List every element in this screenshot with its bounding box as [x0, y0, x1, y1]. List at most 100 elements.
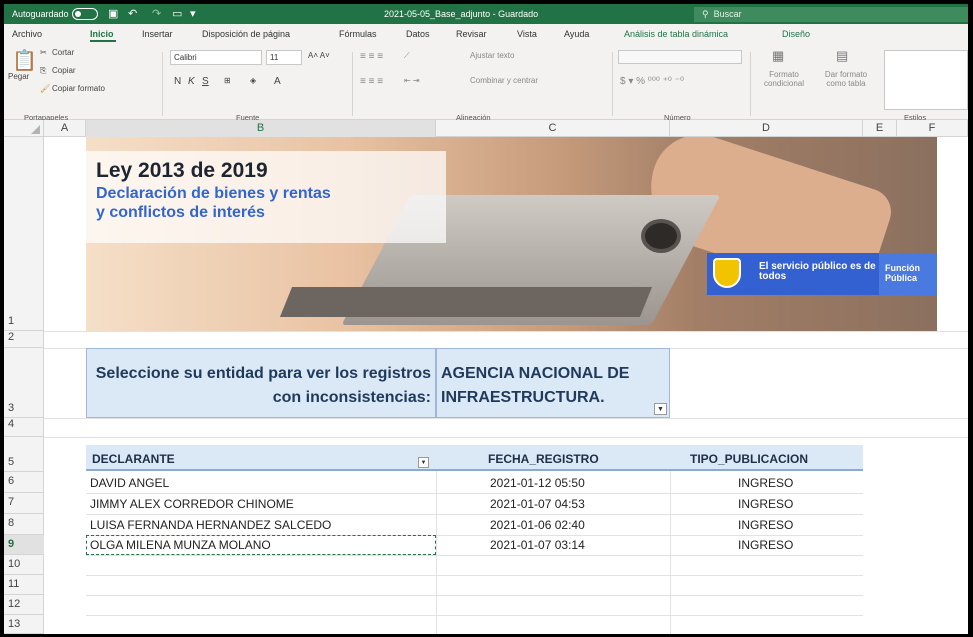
- border-icon[interactable]: ⊞: [224, 76, 231, 85]
- tab-insertar[interactable]: Insertar: [142, 29, 173, 39]
- merge-center-button[interactable]: Combinar y centrar: [470, 76, 538, 85]
- row-headers: 1 2 3 4 5 6 7 8 9 10 11 12 13: [4, 137, 44, 634]
- gridline: [86, 595, 863, 596]
- font-size-select[interactable]: 11: [266, 50, 302, 65]
- redo-icon[interactable]: ↷: [152, 7, 161, 20]
- paste-icon[interactable]: 📋: [12, 48, 37, 73]
- tab-revisar[interactable]: Revisar: [456, 29, 487, 39]
- row-header-9[interactable]: 9: [4, 535, 44, 555]
- tab-ayuda[interactable]: Ayuda: [564, 29, 589, 39]
- column-header-f[interactable]: F: [897, 120, 968, 137]
- column-header-e[interactable]: E: [863, 120, 897, 137]
- tab-vista[interactable]: Vista: [517, 29, 537, 39]
- orientation-icon[interactable]: ⟋: [404, 51, 410, 61]
- tab-analisis-tabla[interactable]: Análisis de tabla dinámica: [624, 29, 728, 39]
- cell-declarante[interactable]: LUISA FERNANDA HERNANDEZ SALCEDO: [90, 518, 331, 532]
- cell-declarante[interactable]: JIMMY ALEX CORREDOR CHINOME: [90, 497, 294, 511]
- font-color-icon[interactable]: A: [274, 76, 281, 87]
- font-name-select[interactable]: Calibri: [170, 50, 262, 65]
- comment-icon[interactable]: ▭: [172, 7, 182, 20]
- banner-subtitle-line1: Declaración de bienes y rentas: [96, 185, 331, 202]
- font-grow-icon[interactable]: A˄ A˅: [308, 51, 330, 60]
- entity-selector-value[interactable]: AGENCIA NACIONAL DE INFRAESTRUCTURA.: [436, 348, 670, 418]
- gridline: [86, 615, 863, 616]
- format-painter-icon[interactable]: 🖌: [40, 84, 50, 93]
- cell-fecha[interactable]: 2021-01-12 05:50: [490, 476, 585, 490]
- select-all-button[interactable]: [4, 120, 44, 137]
- number-format-icons[interactable]: $ ▾ % ⁰⁰⁰ ⁺⁰ ⁻⁰: [620, 76, 684, 87]
- undo-icon[interactable]: ↶: [128, 7, 137, 20]
- row-header-3[interactable]: 3: [4, 348, 44, 418]
- cell-fecha[interactable]: 2021-01-07 04:53: [490, 497, 585, 511]
- ribbon-separator: [162, 52, 163, 116]
- cut-icon[interactable]: ✂: [40, 48, 47, 57]
- row-header-10[interactable]: 10: [4, 555, 44, 575]
- cell-styles-gallery[interactable]: [884, 50, 968, 110]
- row-header-6[interactable]: 6: [4, 472, 44, 493]
- tab-disposicion[interactable]: Disposición de página: [202, 29, 290, 39]
- row-header-11[interactable]: 11: [4, 575, 44, 595]
- gridline: [86, 555, 863, 556]
- cell-declarante[interactable]: DAVID ANGEL: [90, 476, 169, 490]
- search-box[interactable]: ⚲ Buscar: [694, 7, 968, 22]
- underline-icon[interactable]: S: [202, 76, 209, 87]
- wrap-text-button[interactable]: Ajustar texto: [470, 51, 514, 60]
- column-header-a[interactable]: A: [44, 120, 86, 137]
- selected-cell-marquee: [86, 535, 436, 555]
- row-header-5[interactable]: 5: [4, 437, 44, 472]
- row-header-8[interactable]: 8: [4, 514, 44, 535]
- cell-tipo[interactable]: INGRESO: [738, 497, 793, 511]
- row-header-4[interactable]: 4: [4, 418, 44, 437]
- funcion-publica-logo: Función Pública: [879, 253, 937, 295]
- tab-formulas[interactable]: Fórmulas: [339, 29, 377, 39]
- column-header-b[interactable]: B: [86, 120, 436, 137]
- cell-fecha[interactable]: 2021-01-06 02:40: [490, 518, 585, 532]
- ribbon-tabs: Archivo Inicio Insertar Disposición de p…: [4, 24, 968, 44]
- fill-color-icon[interactable]: ◈: [250, 76, 256, 85]
- row-header-13[interactable]: 13: [4, 615, 44, 634]
- tab-inicio[interactable]: Inicio: [90, 29, 114, 39]
- tab-diseno[interactable]: Diseño: [782, 29, 810, 39]
- cut-button[interactable]: Cortar: [52, 48, 74, 57]
- cell-tipo[interactable]: INGRESO: [738, 476, 793, 490]
- column-tipo-publicacion: TIPO_PUBLICACION: [690, 452, 809, 466]
- worksheet-grid[interactable]: Ley 2013 de 2019 Declaración de bienes y…: [44, 137, 968, 634]
- gridline: [86, 575, 863, 576]
- entity-filter-icon[interactable]: ▼: [654, 403, 667, 415]
- align-top-icon[interactable]: ≡ ≡ ≡: [360, 51, 383, 62]
- row-header-12[interactable]: 12: [4, 595, 44, 615]
- row-header-7[interactable]: 7: [4, 493, 44, 514]
- customize-qat-icon[interactable]: ▾: [190, 7, 196, 20]
- align-left-icon[interactable]: ≡ ≡ ≡: [360, 76, 383, 87]
- save-icon[interactable]: ▣: [108, 7, 118, 20]
- ribbon: 📋 Pegar ✂ Cortar ⎘ Copiar 🖌 Copiar forma…: [4, 44, 968, 122]
- number-format-select[interactable]: [618, 50, 742, 64]
- cell-tipo[interactable]: INGRESO: [738, 518, 793, 532]
- coat-of-arms-icon: [713, 258, 741, 288]
- declarante-filter-icon[interactable]: ▼: [418, 457, 429, 468]
- format-painter-button[interactable]: Copiar formato: [52, 84, 105, 93]
- format-as-table-icon[interactable]: ▤: [836, 48, 848, 64]
- row-header-2[interactable]: 2: [4, 331, 44, 348]
- italic-icon[interactable]: K: [188, 76, 195, 87]
- indent-icon[interactable]: ⇤ ⇥: [404, 76, 420, 85]
- gridline: [86, 493, 863, 494]
- paste-button[interactable]: Pegar: [8, 72, 29, 81]
- autosave-toggle[interactable]: [72, 8, 98, 20]
- search-icon: ⚲: [702, 9, 709, 19]
- copy-icon[interactable]: ⎘: [40, 66, 46, 76]
- copy-button[interactable]: Copiar: [52, 66, 76, 75]
- column-header-d[interactable]: D: [670, 120, 863, 137]
- cell-fecha[interactable]: 2021-01-07 03:14: [490, 538, 585, 552]
- conditional-format-icon[interactable]: ▦: [772, 48, 784, 64]
- conditional-format-button[interactable]: Formato condicional: [756, 70, 812, 88]
- format-as-table-button[interactable]: Dar formato como tabla: [816, 70, 876, 88]
- cell-tipo[interactable]: INGRESO: [738, 538, 793, 552]
- tab-archivo[interactable]: Archivo: [12, 29, 42, 39]
- bold-icon[interactable]: N: [174, 76, 181, 87]
- tab-datos[interactable]: Datos: [406, 29, 430, 39]
- row-header-1[interactable]: 1: [4, 137, 44, 331]
- column-header-c[interactable]: C: [436, 120, 670, 137]
- ribbon-separator: [352, 52, 353, 116]
- gridline: [86, 514, 863, 515]
